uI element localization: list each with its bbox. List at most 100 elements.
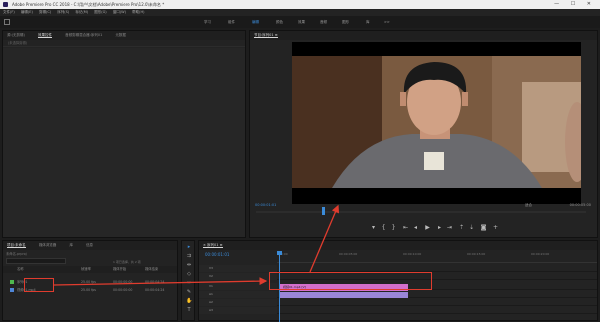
row-start: 00:00:00:00 [113, 280, 133, 284]
sequence-icon [10, 280, 14, 284]
workspace-bar: 学习 组件 编辑 颜色 效果 音频 图形 库 >> [0, 16, 600, 28]
col-media-start[interactable]: 媒体开始 [113, 266, 126, 273]
menu-clip[interactable]: 剪辑(C) [39, 10, 51, 14]
ruler-tick: 00:00:20:00 [531, 252, 550, 256]
title-bar: Adobe Premiere Pro CC 2018 - C:\用户\文档\Ad… [0, 0, 600, 9]
tab-libraries[interactable]: 库 [69, 243, 73, 247]
time-ruler[interactable]: 00:00 00:00:05:00 00:00:10:00 00:00:15:0… [277, 251, 597, 263]
tab-project[interactable]: 项目:未命名 [7, 243, 26, 248]
menu-file[interactable]: 文件(F) [3, 10, 15, 14]
transport-controls: ▾ { } ⇤ ◂ ▶ ▸ ⇥ ⇡ ⇣ ◙ + [370, 224, 540, 234]
selection-count: 1 项已选择，共 2 项 [113, 260, 141, 264]
slip-icon[interactable]: ↔ [186, 280, 192, 286]
track-label: A3 [209, 308, 213, 312]
tab-info[interactable]: 信息 [86, 243, 93, 247]
menu-bar: 文件(F) 编辑(E) 剪辑(C) 序列(S) 标记(M) 图形(G) 窗口(W… [0, 9, 600, 16]
source-panel: 源:(无剪辑) 效果控件 音频剪辑混合器:序列01 元数据 (未选择剪辑) [2, 30, 246, 238]
project-column-header: 名称 帧速率 媒体开始 媒体结束 [3, 266, 177, 273]
tab-audio-mixer[interactable]: 音频剪辑混合器:序列01 [65, 33, 102, 37]
workspace-graphics[interactable]: 图形 [342, 16, 349, 28]
video-clip-icon [10, 288, 14, 292]
no-clip-label: (未选择剪辑) [3, 40, 245, 47]
window-title: Adobe Premiere Pro CC 2018 - C:\用户\文档\Ad… [12, 2, 165, 7]
razor-icon[interactable]: ◇ [186, 271, 192, 277]
type-icon[interactable]: T [186, 307, 192, 313]
workspace-audio[interactable]: 音频 [320, 16, 327, 28]
menu-help[interactable]: 帮助(H) [132, 10, 144, 14]
workspace-more[interactable]: >> [384, 16, 390, 28]
ripple-edit-icon[interactable]: ⇹ [186, 262, 192, 268]
timeline-timecode[interactable]: 00:00:01:01 [205, 252, 229, 257]
track-label: V3 [209, 266, 213, 270]
program-timecode[interactable]: 00:00:01:01 [255, 203, 276, 207]
project-search-input[interactable] [6, 258, 66, 264]
timeline-tabs: × 序列01 ≡ [199, 241, 597, 250]
mark-in-icon[interactable]: { [380, 224, 387, 231]
extract-icon[interactable]: ⇣ [468, 224, 475, 231]
track-v3[interactable]: V3 [199, 265, 597, 272]
menu-sequence[interactable]: 序列(S) [57, 10, 69, 14]
workspace-libraries[interactable]: 库 [366, 16, 370, 28]
tab-program[interactable]: 节目:序列01 ≡ [254, 33, 278, 38]
track-a2[interactable]: A2 [199, 299, 597, 306]
tab-metadata[interactable]: 元数据 [115, 33, 126, 37]
project-path: 未命名.prproj [6, 252, 27, 256]
program-scrub-bar[interactable] [256, 211, 586, 213]
track-select-icon[interactable]: ⇉ [186, 253, 192, 259]
annotation-box-project-item [24, 278, 54, 292]
col-fps[interactable]: 帧速率 [81, 266, 91, 273]
video-frame [292, 42, 581, 204]
home-icon[interactable] [4, 19, 10, 25]
mark-out-icon[interactable]: } [390, 224, 397, 231]
go-to-out-icon[interactable]: ⇥ [446, 224, 453, 231]
annotation-box-timeline-clip [269, 272, 432, 290]
play-icon[interactable]: ▶ [424, 224, 431, 231]
tab-sequence[interactable]: × 序列01 ≡ [203, 243, 223, 248]
project-tabs: 项目:未命名 媒体浏览器 库 信息 [3, 241, 177, 250]
ruler-tick: 00:00:05:00 [339, 252, 358, 256]
program-tabs: 节目:序列01 ≡ [250, 31, 597, 40]
menu-window[interactable]: 窗口(W) [113, 10, 126, 14]
add-button-icon[interactable]: + [492, 224, 499, 231]
track-a3[interactable]: A3 [199, 307, 597, 314]
go-to-in-icon[interactable]: ⇤ [402, 224, 409, 231]
selection-tool-icon[interactable]: ▸ [186, 244, 192, 250]
audio-clip[interactable] [279, 292, 408, 298]
hand-icon[interactable]: ✋ [186, 298, 192, 304]
row-start: 00:00:00:00 [113, 288, 133, 292]
menu-edit[interactable]: 编辑(E) [21, 10, 33, 14]
row-end: 00:00:04:24 [145, 288, 165, 292]
workspace-learn[interactable]: 学习 [204, 16, 211, 28]
menu-marker[interactable]: 标记(M) [75, 10, 88, 14]
workspace-effects[interactable]: 效果 [298, 16, 305, 28]
window-controls[interactable]: — ☐ ✕ [554, 0, 596, 9]
workspace-assembly[interactable]: 组件 [228, 16, 235, 28]
workspace-editing[interactable]: 编辑 [252, 16, 259, 28]
marker-icon[interactable]: ▾ [370, 224, 377, 231]
step-back-icon[interactable]: ◂ [412, 224, 419, 231]
row-fps: 25.00 fps [81, 280, 96, 284]
track-label: V2 [209, 274, 213, 278]
step-forward-icon[interactable]: ▸ [436, 224, 443, 231]
pen-icon[interactable]: ✎ [186, 289, 192, 295]
col-media-end[interactable]: 媒体结束 [145, 266, 158, 273]
tab-effect-controls[interactable]: 效果控件 [38, 33, 53, 38]
track-label: A1 [209, 292, 213, 296]
export-frame-icon[interactable]: ◙ [480, 224, 487, 231]
effect-controls-body [3, 48, 245, 237]
menu-graphics[interactable]: 图形(G) [94, 10, 106, 14]
ruler-tick: 00:00:15:00 [467, 252, 486, 256]
col-name[interactable]: 名称 [17, 266, 24, 273]
program-playhead[interactable] [322, 207, 325, 215]
tab-source[interactable]: 源:(无剪辑) [7, 33, 25, 37]
fit-dropdown[interactable]: 适合 [525, 203, 532, 208]
lift-icon[interactable]: ⇡ [458, 224, 465, 231]
source-tabs: 源:(无剪辑) 效果控件 音频剪辑混合器:序列01 元数据 [3, 31, 245, 40]
track-label: V1 [209, 284, 213, 288]
video-frame-image [292, 42, 581, 204]
tab-media-browser[interactable]: 媒体浏览器 [39, 243, 57, 247]
workspace-color[interactable]: 颜色 [276, 16, 283, 28]
program-duration: 00:00:05:00 [569, 203, 591, 207]
row-end: 00:00:04:24 [145, 280, 165, 284]
ruler-tick: 00:00:10:00 [403, 252, 422, 256]
